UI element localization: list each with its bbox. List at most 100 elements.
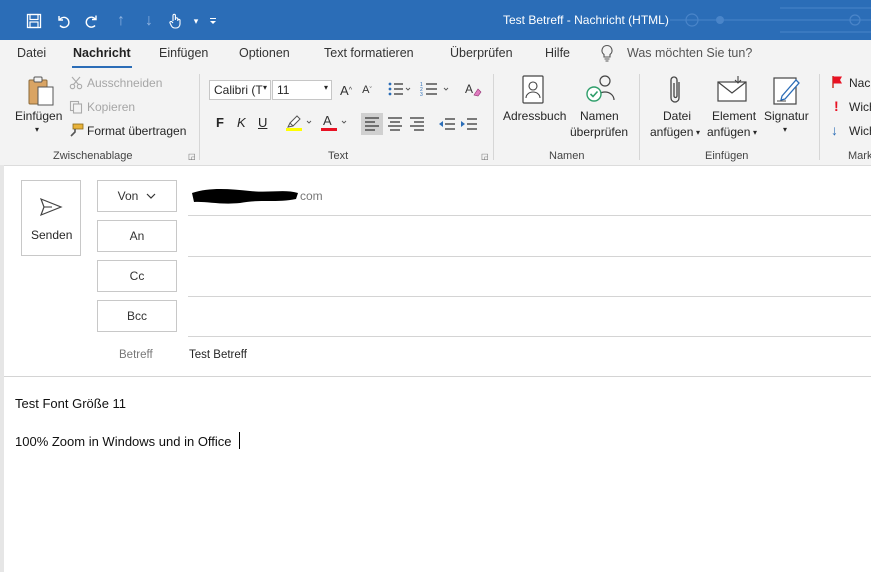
font-name-combo[interactable]: Calibri (T ▾ <box>209 80 271 100</box>
customize-icon[interactable] <box>203 11 223 31</box>
to-button[interactable]: An <box>97 220 177 252</box>
cc-divider <box>188 296 871 297</box>
message-body[interactable] <box>4 377 871 572</box>
grow-font-icon[interactable]: A ^ <box>336 80 356 100</box>
tab-ueberpruefen[interactable]: Überprüfen <box>450 46 513 60</box>
redo-icon[interactable] <box>82 11 102 31</box>
cc-field[interactable] <box>188 260 871 294</box>
align-center-button[interactable] <box>384 113 406 138</box>
check-names-label-1[interactable]: Namen <box>580 109 619 123</box>
arrow-up-icon[interactable]: ↑ <box>111 11 131 31</box>
tab-optionen[interactable]: Optionen <box>239 46 290 60</box>
clear-formatting-icon[interactable]: A <box>464 81 482 100</box>
to-label: An <box>129 229 145 243</box>
font-color-icon[interactable]: A <box>320 113 350 134</box>
title-decoration <box>670 7 871 33</box>
cc-button[interactable]: Cc <box>97 260 177 292</box>
bcc-field[interactable] <box>188 300 871 334</box>
address-book-button[interactable]: Adressbuch <box>503 109 566 123</box>
svg-text:A: A <box>465 82 473 96</box>
clipboard-group-label: Zwischenablage <box>53 150 133 162</box>
paste-icon[interactable] <box>26 75 56 110</box>
text-launcher-icon[interactable]: ◲ <box>481 152 489 161</box>
chevron-down-icon[interactable]: ▾ <box>783 125 787 134</box>
attach-file-label-2[interactable]: anfügen <box>650 125 693 139</box>
shrink-font-icon[interactable]: Aˇ <box>357 80 377 100</box>
highlight-icon[interactable] <box>285 113 319 134</box>
italic-button[interactable]: K <box>237 115 246 130</box>
paste-button[interactable]: Einfügen <box>15 109 62 123</box>
names-group-label: Namen <box>549 150 585 162</box>
tell-me-search[interactable]: Was möchten Sie tun? <box>627 46 752 60</box>
chevron-down-icon <box>146 193 156 199</box>
tags-group-label: Mark <box>848 150 871 162</box>
from-label: Von <box>117 189 139 203</box>
body-line-2: 100% Zoom in Windows und in Office <box>15 434 232 449</box>
tab-einfuegen[interactable]: Einfügen <box>159 46 208 60</box>
svg-text:3: 3 <box>420 92 423 97</box>
decrease-indent-icon[interactable] <box>436 113 458 138</box>
chevron-down-icon[interactable]: ▾ <box>753 128 757 137</box>
tab-nachricht[interactable]: Nachricht <box>73 46 131 60</box>
text-cursor <box>239 432 240 449</box>
flag-icon[interactable] <box>831 75 845 92</box>
format-painter-icon <box>68 123 84 141</box>
touch-mode-icon[interactable] <box>165 11 185 31</box>
chevron-down-icon: ▾ <box>262 83 267 92</box>
align-right-button[interactable] <box>406 113 428 138</box>
paperclip-icon[interactable] <box>667 74 685 109</box>
attach-item-label-1[interactable]: Element <box>712 109 756 123</box>
high-importance-button[interactable]: Wich <box>849 100 871 114</box>
follow-up-button[interactable]: Nac <box>849 76 870 90</box>
tab-hilfe[interactable]: Hilfe <box>545 46 570 60</box>
tab-text-formatieren[interactable]: Text formatieren <box>324 46 414 60</box>
subject-field[interactable]: Test Betreff <box>189 349 247 361</box>
lightbulb-icon <box>600 44 614 65</box>
signature-button[interactable]: Signatur <box>764 109 809 123</box>
undo-icon[interactable] <box>53 11 73 31</box>
align-left-button[interactable] <box>361 113 383 135</box>
signature-icon[interactable] <box>772 74 802 109</box>
send-button[interactable]: Senden <box>21 180 81 256</box>
underline-button[interactable]: U <box>258 115 267 130</box>
chevron-down-icon[interactable]: ▾ <box>696 128 700 137</box>
bullets-icon[interactable] <box>387 81 411 100</box>
ribbon-tabs: Datei Nachricht Einfügen Optionen Text f… <box>0 40 871 68</box>
high-importance-icon[interactable]: ! <box>834 98 839 114</box>
check-names-label-2[interactable]: überprüfen <box>570 125 628 139</box>
low-importance-icon[interactable]: ↓ <box>831 122 838 138</box>
bcc-button[interactable]: Bcc <box>97 300 177 332</box>
low-importance-button[interactable]: Wich <box>849 124 871 138</box>
check-names-icon[interactable] <box>584 72 618 109</box>
copy-button[interactable]: Kopieren <box>87 100 135 114</box>
clipboard-launcher-icon[interactable]: ◲ <box>188 152 196 161</box>
include-group-label: Einfügen <box>705 150 749 162</box>
to-divider <box>188 256 871 257</box>
group-separator <box>199 74 200 160</box>
paste-dropdown-icon[interactable]: ▾ <box>35 125 39 134</box>
ribbon: Einfügen ▾ Ausschneiden Kopieren Format … <box>0 68 871 166</box>
increase-indent-icon[interactable] <box>458 113 480 138</box>
numbering-icon[interactable]: 123 <box>420 81 450 100</box>
cut-button[interactable]: Ausschneiden <box>87 76 162 90</box>
save-icon[interactable] <box>24 11 44 31</box>
envelope-icon[interactable] <box>716 76 750 107</box>
body-line-1: Test Font Größe 11 <box>15 396 127 411</box>
from-button[interactable]: Von <box>97 180 177 212</box>
svg-text:A: A <box>323 113 332 128</box>
attach-file-label-1[interactable]: Datei <box>663 109 691 123</box>
title-bar: ↑ ↓ ▾ Test Betreff - Nachricht (HTML) <box>0 0 871 40</box>
format-painter-button[interactable]: Format übertragen <box>87 124 186 138</box>
font-size-combo[interactable]: 11 ▾ <box>272 80 332 100</box>
tab-datei[interactable]: Datei <box>17 46 46 60</box>
address-book-icon[interactable] <box>521 74 545 109</box>
font-name-value: Calibri (T <box>214 83 263 97</box>
font-size-value: 11 <box>277 83 290 97</box>
text-group-label: Text <box>328 150 349 162</box>
to-field[interactable] <box>188 220 871 254</box>
subject-label: Betreff <box>119 349 153 361</box>
arrow-down-icon[interactable]: ↓ <box>139 11 159 31</box>
attach-item-label-2[interactable]: anfügen <box>707 125 750 139</box>
bold-button[interactable]: F <box>216 115 224 130</box>
group-separator <box>493 74 494 160</box>
